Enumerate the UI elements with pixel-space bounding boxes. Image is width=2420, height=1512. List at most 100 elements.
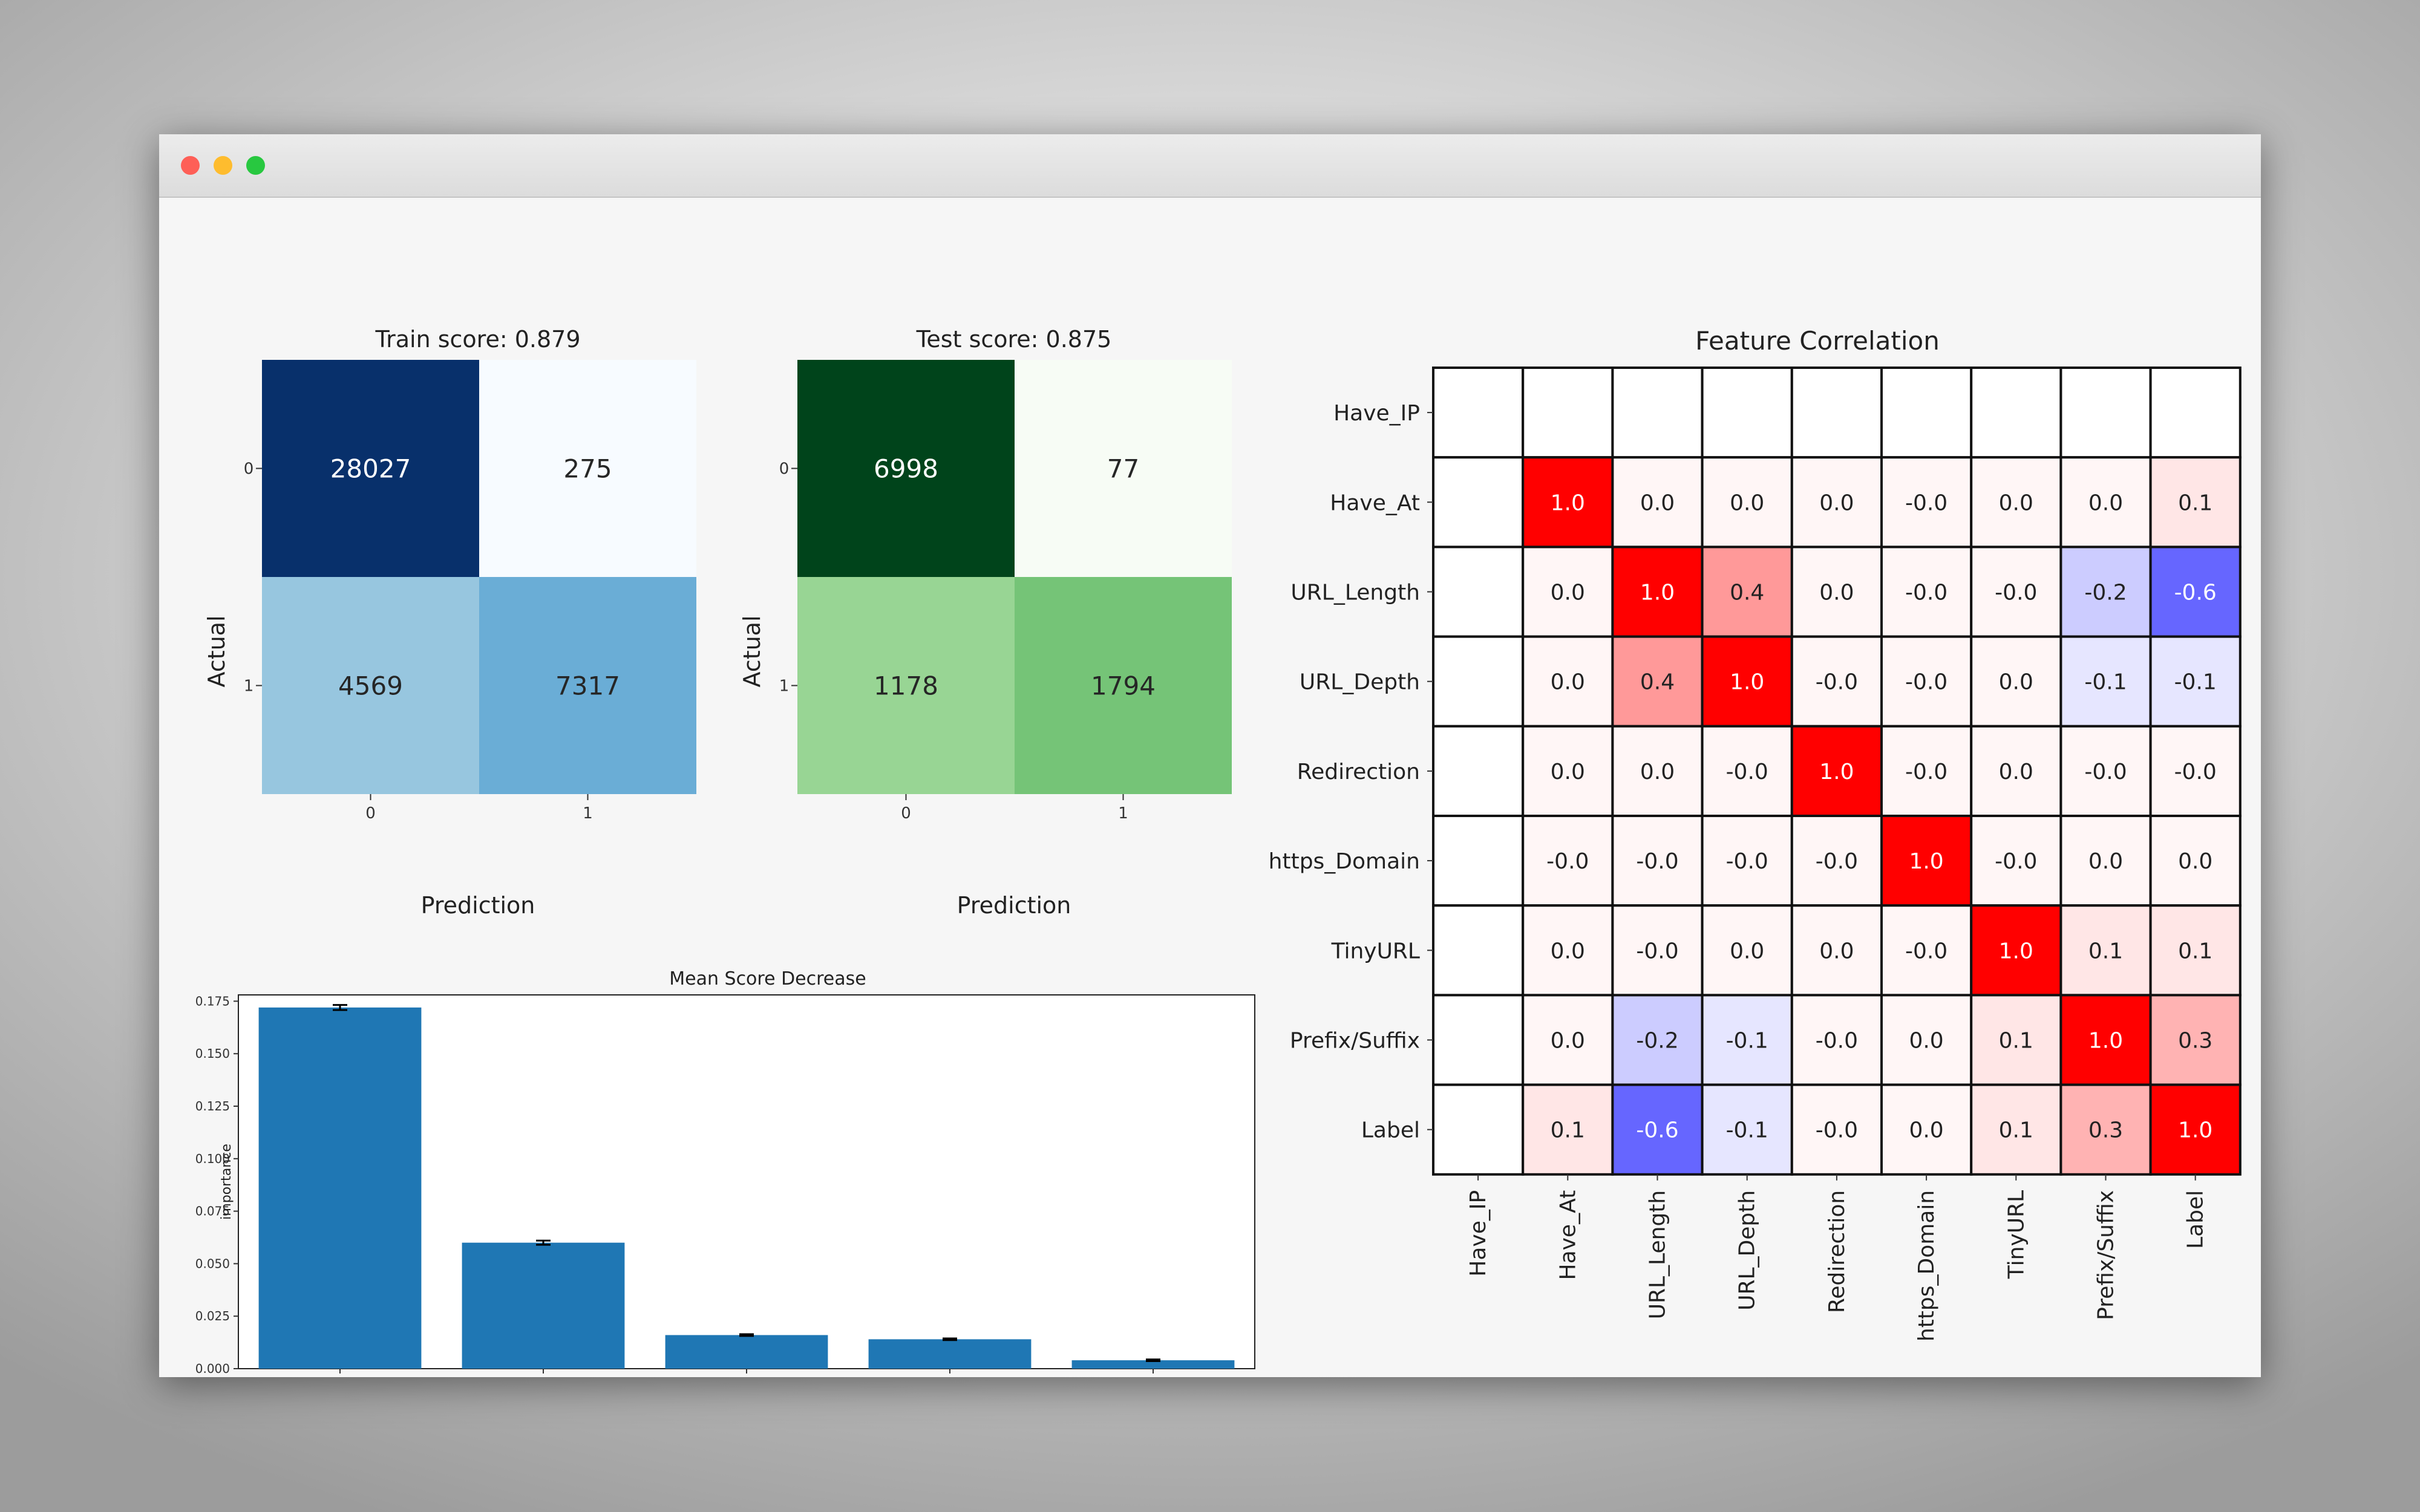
corr-cell-value: -0.0 bbox=[1995, 849, 2037, 874]
corr-cell-value: 0.0 bbox=[1640, 490, 1675, 515]
corr-cell-value: -0.0 bbox=[1726, 849, 1768, 874]
corr-cell-value: -0.0 bbox=[1816, 1029, 1858, 1054]
corr-cell-value: 1.0 bbox=[1551, 490, 1585, 515]
corr-cell-2-0 bbox=[1432, 546, 1525, 638]
corr-row-label: URL_Length bbox=[1290, 581, 1420, 605]
corr-cell-value: 0.0 bbox=[1640, 760, 1675, 784]
corr-cell-value: -0.0 bbox=[1905, 670, 1947, 695]
corr-col-label: Redirection bbox=[1825, 1190, 1849, 1313]
corr-cell-value: 0.3 bbox=[2178, 1029, 2212, 1054]
corr-row-label: https_Domain bbox=[1269, 849, 1420, 874]
corr-cell-value: 1.0 bbox=[1999, 939, 2033, 963]
train-cm-title: Train score: 0.879 bbox=[374, 326, 580, 353]
corr-cell-value: -0.1 bbox=[2084, 670, 2127, 695]
corr-cell-0-0 bbox=[1432, 367, 1525, 459]
corr-cell-3-0 bbox=[1432, 635, 1525, 728]
bar-chart-title: Mean Score Decrease bbox=[669, 968, 866, 989]
importance-bar bbox=[868, 1339, 1032, 1369]
app-window: Train score: 0.879 28027 275 4569 7317 0 1 0 1 … bbox=[159, 134, 2261, 1436]
corr-col-label: https_Domain bbox=[1914, 1190, 1939, 1341]
train-confusion-matrix: Train score: 0.879 28027 2754569 73170 101 … bbox=[203, 326, 696, 919]
title-bar bbox=[159, 134, 2261, 198]
corr-cell-value: 0.0 bbox=[1999, 760, 2033, 784]
train-cm-cell-value: 7317 bbox=[555, 671, 620, 701]
corr-col-label: TinyURL bbox=[2004, 1190, 2029, 1279]
corr-cell-value: 1.0 bbox=[1640, 581, 1675, 605]
maximize-button[interactable] bbox=[246, 156, 265, 175]
corr-col-label: Label bbox=[2183, 1190, 2208, 1249]
corr-row-label: Label bbox=[1361, 1118, 1420, 1143]
importance-bar bbox=[258, 1007, 422, 1369]
corr-cell-value: 0.0 bbox=[1551, 581, 1585, 605]
corr-cell-value: 0.0 bbox=[1819, 939, 1854, 963]
corr-cell-value: -0.0 bbox=[2084, 760, 2127, 784]
corr-cell-value: -0.0 bbox=[1816, 1118, 1858, 1143]
corr-row-label: TinyURL bbox=[1331, 939, 1420, 963]
figure-canvas: Train score: 0.879 28027 2754569 73170 101 … bbox=[195, 326, 2242, 1436]
test-confusion-matrix: Test score: 0.875 6998 77 1178 1794 0 1 0 1 Pre… bbox=[739, 326, 1232, 919]
test-cm-ytick-label: 0 bbox=[779, 460, 790, 478]
close-button[interactable] bbox=[181, 156, 200, 175]
train-cm-xtick-label: 0 bbox=[365, 804, 376, 823]
notebook-output: Train score: 0.879 28027 275 4569 7317 0 1 0 1 … bbox=[159, 198, 2261, 1436]
feature-correlation-heatmap: Feature Correlation 1.0 0.0 0.0 0.0 -0.0 0.0 0… bbox=[1269, 326, 2242, 1341]
corr-row-label: URL_Depth bbox=[1300, 670, 1420, 695]
corr-cell-value: 0.0 bbox=[1999, 490, 2033, 515]
corr-cell-value: 1.0 bbox=[2088, 1029, 2123, 1054]
bar-xtick-label: URL_Length bbox=[281, 1375, 342, 1377]
corr-cell-value: 0.0 bbox=[1909, 1118, 1943, 1143]
test-cm-title: Test score: 0.875 bbox=[916, 326, 1112, 353]
importance-bar bbox=[462, 1242, 625, 1369]
corr-cell-value: 0.0 bbox=[1551, 670, 1585, 695]
corr-cell-value: 0.1 bbox=[2178, 490, 2212, 515]
bar-xtick-label: Prefix/Suffix bbox=[484, 1375, 546, 1377]
corr-row-label: Prefix/Suffix bbox=[1290, 1029, 1420, 1054]
feature-importance-chart: Mean Score Decrease 0.0000.0250.0500.075… bbox=[195, 968, 1255, 1436]
corr-cell-0-4 bbox=[1790, 367, 1883, 459]
corr-cell-value: -0.0 bbox=[1905, 760, 1947, 784]
train-cm-cell-value: 275 bbox=[563, 454, 612, 484]
corr-row-label: Redirection bbox=[1297, 760, 1420, 784]
test-cm-cell-value: 6998 bbox=[874, 454, 938, 484]
corr-cell-value: 0.0 bbox=[1999, 670, 2033, 695]
bar-xtick-label: TinyURL bbox=[1110, 1375, 1156, 1377]
corr-cell-value: -0.2 bbox=[1636, 1029, 1678, 1054]
corr-cell-value: -0.1 bbox=[2174, 670, 2217, 695]
corr-cell-value: -0.0 bbox=[1905, 939, 1947, 963]
corr-cell-value: -0.0 bbox=[1995, 581, 2037, 605]
corr-cell-value: -0.0 bbox=[1816, 670, 1858, 695]
corr-cell-value: -0.0 bbox=[1905, 490, 1947, 515]
corr-cell-value: -0.1 bbox=[1726, 1029, 1768, 1054]
minimize-button[interactable] bbox=[214, 156, 232, 175]
bar-ytick-label: 0.000 bbox=[195, 1361, 230, 1376]
train-cm-xlabel: Prediction bbox=[421, 892, 535, 919]
test-cm-xlabel: Prediction bbox=[957, 892, 1071, 919]
corr-cell-value: 0.0 bbox=[1819, 581, 1854, 605]
corr-cell-value: -0.0 bbox=[1636, 939, 1678, 963]
corr-cell-5-0 bbox=[1432, 815, 1525, 907]
corr-col-label: URL_Length bbox=[1646, 1190, 1670, 1320]
corr-cell-0-8 bbox=[2149, 367, 2242, 459]
corr-cell-value: -0.0 bbox=[1726, 760, 1768, 784]
corr-cell-value: -0.0 bbox=[1816, 849, 1858, 874]
corr-cell-7-0 bbox=[1432, 994, 1525, 1086]
train-cm-cell-value: 28027 bbox=[330, 454, 411, 484]
corr-cell-value: 0.4 bbox=[1640, 670, 1675, 695]
corr-cell-value: 0.1 bbox=[1551, 1118, 1585, 1143]
corr-cell-value: -0.6 bbox=[1636, 1118, 1678, 1143]
corr-row-label: Have_IP bbox=[1333, 401, 1420, 426]
test-cm-cell-value: 1178 bbox=[874, 671, 938, 701]
train-cm-ytick-label: 0 bbox=[244, 460, 254, 478]
corr-cell-value: 0.0 bbox=[2088, 849, 2123, 874]
bar-chart-ylabel: importance bbox=[219, 1144, 234, 1220]
bar-ytick-label: 0.175 bbox=[195, 994, 230, 1008]
corr-cell-8-0 bbox=[1432, 1083, 1525, 1176]
corr-cell-value: 0.1 bbox=[2178, 939, 2212, 963]
corr-cell-value: -0.0 bbox=[2174, 760, 2217, 784]
bar-xtick-label: URL_Depth bbox=[691, 1375, 748, 1377]
corr-cell-value: -0.0 bbox=[1636, 849, 1678, 874]
corr-cell-value: 0.1 bbox=[1999, 1029, 2033, 1054]
corr-cell-value: 1.0 bbox=[1730, 670, 1764, 695]
corr-cell-value: -0.1 bbox=[1726, 1118, 1768, 1143]
test-cm-cell-value: 77 bbox=[1107, 454, 1139, 484]
